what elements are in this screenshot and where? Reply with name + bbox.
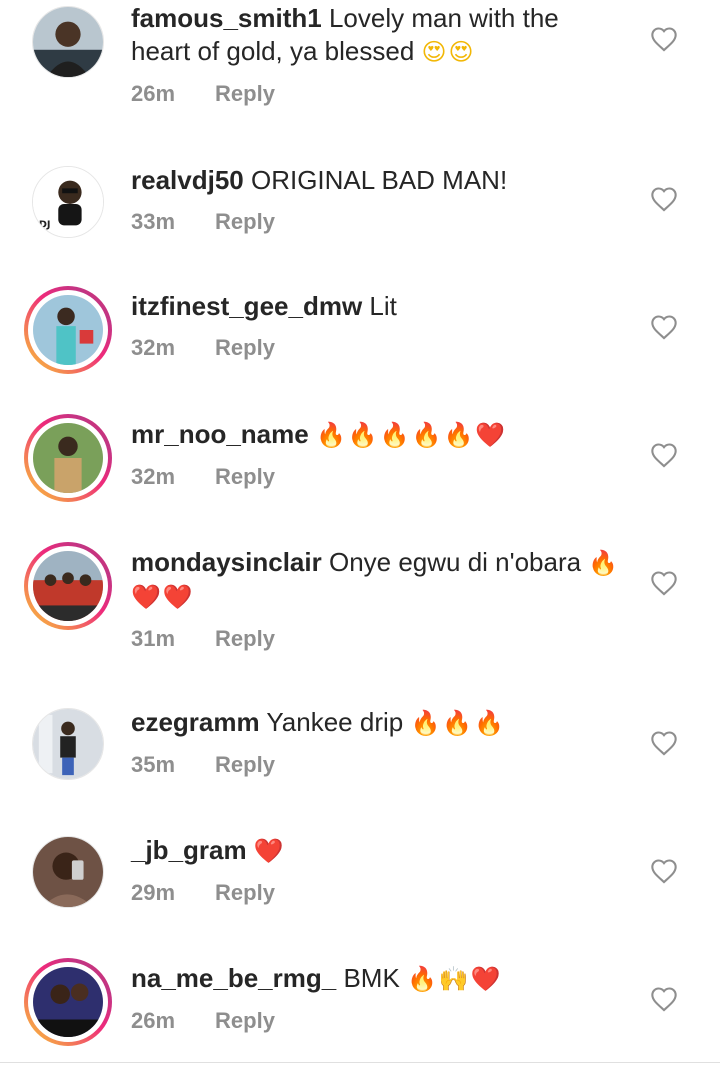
comment-username[interactable]: itzfinest_gee_dmw xyxy=(131,291,362,321)
comment-meta: 32m Reply xyxy=(131,464,621,490)
comments-list: famous_smith1 Lovely man with the heart … xyxy=(0,0,720,1072)
comment-time: 29m xyxy=(131,880,176,905)
comment-body: Lit xyxy=(369,291,397,321)
avatar-story-ring[interactable] xyxy=(24,958,112,1046)
svg-text:DJ: DJ xyxy=(39,219,51,230)
avatar-photo-icon xyxy=(33,7,103,77)
heart-outline-icon xyxy=(651,187,677,212)
heart-outline-icon xyxy=(651,859,677,884)
avatar-photo-icon xyxy=(33,423,103,493)
comment-body: Onye egwu di n'obara xyxy=(328,547,582,577)
comment-text: realvdj50 ORIGINAL BAD MAN! xyxy=(131,164,621,197)
like-button[interactable] xyxy=(650,314,678,342)
avatar-story-ring[interactable] xyxy=(24,414,112,502)
avatar-story-ring[interactable] xyxy=(24,286,112,374)
comment-text: na_me_be_rmg_ BMK 🔥🙌❤️ xyxy=(131,962,621,996)
comment-text: mr_noo_name 🔥🔥🔥🔥🔥❤️ xyxy=(131,418,621,452)
reply-button[interactable]: Reply xyxy=(215,626,275,652)
comment-emoji: 🔥🙌❤️ xyxy=(407,965,503,993)
comment-username[interactable]: _jb_gram xyxy=(131,835,247,865)
reply-button[interactable]: Reply xyxy=(215,880,275,906)
avatar[interactable] xyxy=(32,836,104,908)
avatar-photo-icon xyxy=(33,551,103,621)
comment-text: ezegramm Yankee drip 🔥🔥🔥 xyxy=(131,706,621,740)
comment-text: mondaysinclair Onye egwu di n'obara 🔥❤️❤… xyxy=(131,546,621,614)
avatar[interactable] xyxy=(32,6,104,78)
heart-outline-icon xyxy=(651,27,677,52)
comment-time: 26m xyxy=(131,81,176,106)
heart-outline-icon xyxy=(651,731,677,756)
avatar-photo-icon xyxy=(33,837,103,907)
heart-outline-icon xyxy=(651,987,677,1012)
comment-time: 35m xyxy=(131,752,176,777)
comment-text: famous_smith1 Lovely man with the heart … xyxy=(131,2,621,69)
heart-outline-icon xyxy=(651,443,677,468)
comment-meta: 32m Reply xyxy=(131,335,621,361)
avatar-story-ring[interactable] xyxy=(24,542,112,630)
like-button[interactable] xyxy=(650,570,678,598)
comment-time: 26m xyxy=(131,1008,176,1033)
comment-time: 31m xyxy=(131,626,176,651)
reply-button[interactable]: Reply xyxy=(215,209,275,235)
heart-outline-icon xyxy=(651,315,677,340)
reply-button[interactable]: Reply xyxy=(215,335,275,361)
comment-emoji: 🔥🔥🔥 xyxy=(410,709,507,737)
like-button[interactable] xyxy=(650,986,678,1014)
comment-body: BMK xyxy=(343,963,400,993)
like-button[interactable] xyxy=(650,858,678,886)
like-button[interactable] xyxy=(650,26,678,54)
avatar-photo-icon xyxy=(33,295,103,365)
comment-time: 32m xyxy=(131,335,176,360)
comment-username[interactable]: na_me_be_rmg_ xyxy=(131,963,336,993)
avatar-photo-icon xyxy=(33,709,103,779)
comment-meta: 33m Reply xyxy=(131,209,621,235)
comment-username[interactable]: ezegramm xyxy=(131,707,260,737)
comment-emoji: ❤️ xyxy=(253,837,286,865)
reply-button[interactable]: Reply xyxy=(215,1008,275,1034)
comment-username[interactable]: realvdj50 xyxy=(131,165,244,195)
comment-time: 32m xyxy=(131,464,176,489)
comment-emoji: 🔥🔥🔥🔥🔥❤️ xyxy=(315,421,508,449)
comment-body: Yankee drip xyxy=(266,707,404,737)
reply-button[interactable]: Reply xyxy=(215,81,275,107)
comment-text: _jb_gram ❤️ xyxy=(131,834,621,868)
avatar[interactable] xyxy=(32,708,104,780)
comment-meta: 35m Reply xyxy=(131,752,621,778)
comment-meta: 26m Reply xyxy=(131,81,621,107)
comment-username[interactable]: mr_noo_name xyxy=(131,419,309,449)
avatar-photo-icon: DJ xyxy=(33,167,103,237)
divider xyxy=(0,1062,720,1063)
like-button[interactable] xyxy=(650,442,678,470)
heart-outline-icon xyxy=(651,571,677,596)
comment-meta: 26m Reply xyxy=(131,1008,621,1034)
avatar[interactable]: DJ xyxy=(32,166,104,238)
like-button[interactable] xyxy=(650,186,678,214)
reply-button[interactable]: Reply xyxy=(215,752,275,778)
comment-username[interactable]: famous_smith1 xyxy=(131,3,322,33)
like-button[interactable] xyxy=(650,730,678,758)
comment-username[interactable]: mondaysinclair xyxy=(131,547,322,577)
reply-button[interactable]: Reply xyxy=(215,464,275,490)
comment-time: 33m xyxy=(131,209,176,234)
comment-text: itzfinest_gee_dmw Lit xyxy=(131,290,621,323)
comment-emoji: 😍😍 xyxy=(421,38,476,66)
comment-meta: 31m Reply xyxy=(131,626,621,652)
comment-meta: 29m Reply xyxy=(131,880,621,906)
avatar-photo-icon xyxy=(33,967,103,1037)
comment-body: ORIGINAL BAD MAN! xyxy=(250,165,508,195)
